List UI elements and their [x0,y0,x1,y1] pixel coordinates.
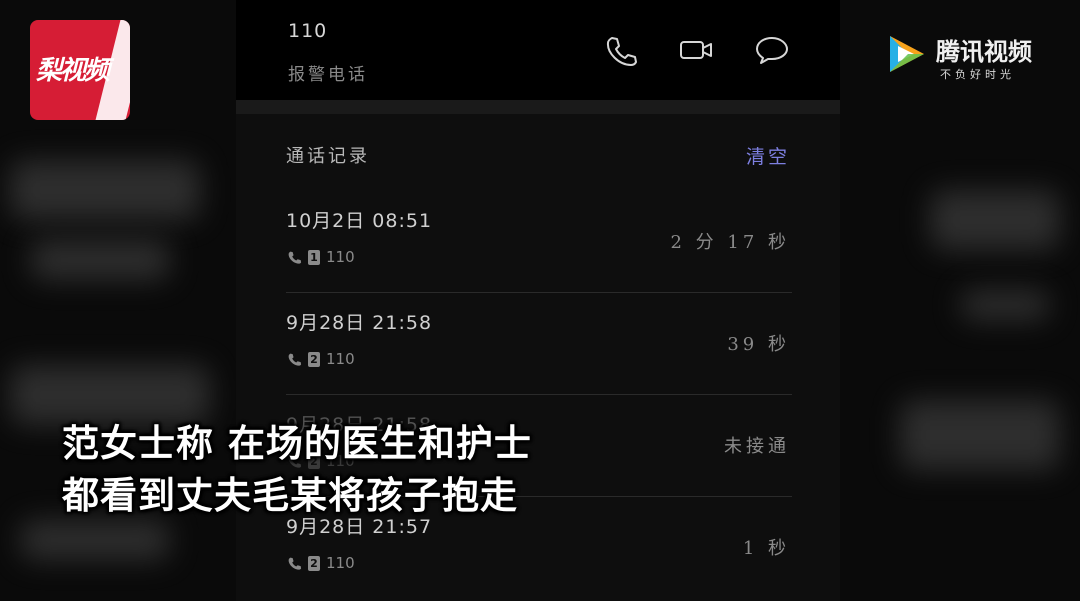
clear-button[interactable]: 清空 [746,142,790,169]
call-number: 110 [326,554,355,572]
tencent-video-name: 腾讯视频 [936,38,1032,66]
caption-line-1: 范女士称 在场的医生和护士 [62,422,532,465]
video-camera-icon[interactable] [678,32,714,68]
contact-header: 110 报警电话 [236,0,840,100]
play-logo-icon [890,36,924,72]
call-meta: 2 110 [286,348,355,370]
call-log-card: 通话记录 清空 10月2日 08:51 1 110 2 分 17 秒 9月28日… [236,114,840,601]
phone-icon[interactable] [602,32,638,68]
call-meta: 1 110 [286,246,355,268]
tencent-video-slogan: 不负好时光 [940,68,1015,81]
contact-number: 110 [288,20,328,42]
contact-label: 报警电话 [288,65,368,85]
caption-line-2: 都看到丈夫毛某将孩子抱走 [62,474,518,517]
blurred-background-right [840,0,1080,601]
call-log-row[interactable]: 10月2日 08:51 1 110 2 分 17 秒 [286,190,792,293]
call-duration: 2 分 17 秒 [670,232,790,253]
call-number: 110 [326,350,355,368]
tencent-video-logo: 腾讯视频 不负好时光 [884,30,1064,90]
call-log-title: 通话记录 [286,146,370,167]
call-meta: 2 110 [286,552,355,574]
chat-bubble-icon[interactable] [754,32,790,68]
call-datetime: 9月28日 21:58 [286,312,433,334]
pear-video-logo-text: 梨视频 [36,56,110,86]
call-log-row[interactable]: 9月28日 21:58 2 110 39 秒 [286,292,792,395]
phone-small-icon [288,353,302,366]
phone-small-icon [288,251,302,264]
sim-badge: 2 [308,555,320,571]
phone-small-icon [288,557,302,570]
video-caption: 范女士称 在场的医生和护士 都看到丈夫毛某将孩子抱走 [62,418,762,522]
call-duration: 39 秒 [727,334,790,355]
pear-video-logo: 梨视频 [30,20,130,120]
section-separator [236,100,840,114]
sim-badge: 1 [308,249,320,265]
sim-badge: 2 [308,351,320,367]
call-datetime: 10月2日 08:51 [286,210,433,232]
call-duration: 1 秒 [742,538,790,559]
call-number: 110 [326,248,355,266]
